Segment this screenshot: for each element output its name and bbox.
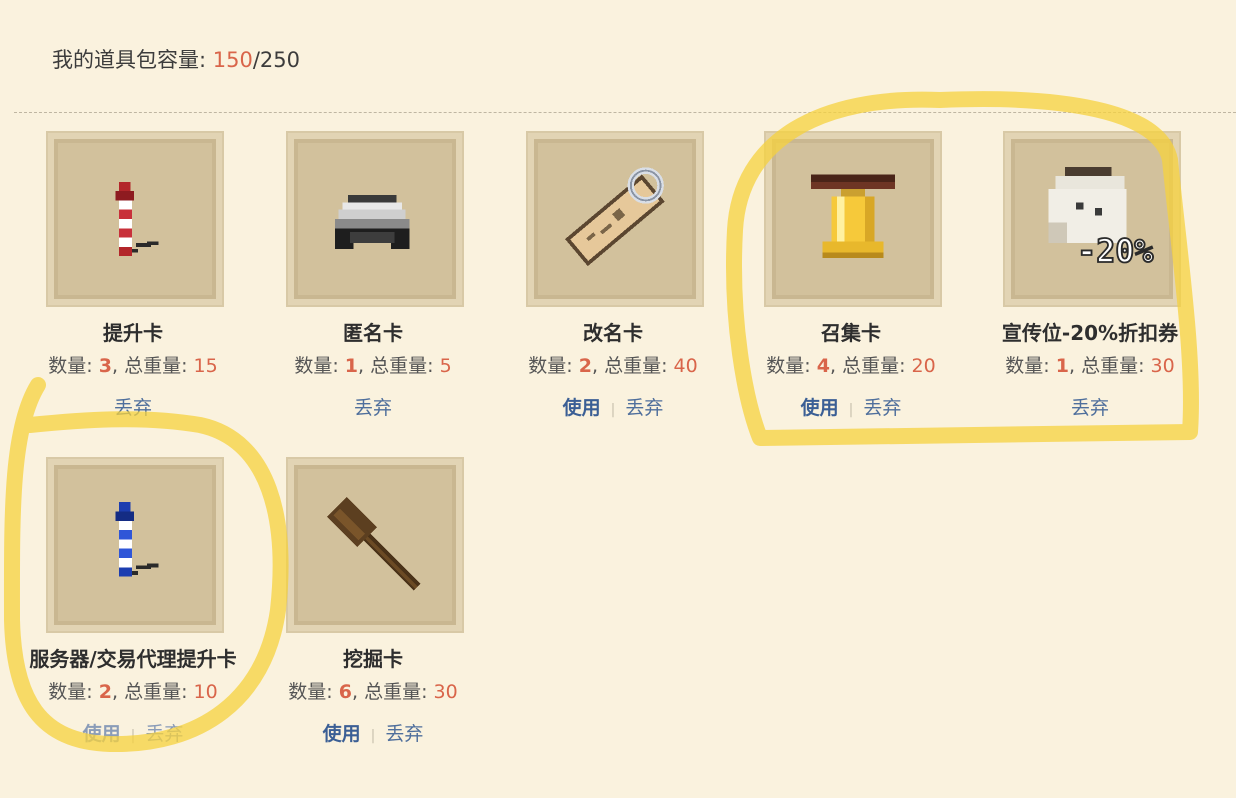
item-card: 服务器/交易代理提升卡 数量: 2, 总重量: 10 使用 | 丢弃 bbox=[13, 459, 253, 759]
drop-button[interactable]: 丢弃 bbox=[385, 723, 423, 745]
item-frame[interactable] bbox=[48, 459, 222, 631]
use-button[interactable]: 使用 bbox=[801, 397, 839, 419]
use-button[interactable]: 使用 bbox=[83, 723, 121, 745]
item-weight: 30 bbox=[433, 681, 458, 703]
item-actions: 使用 | 丢弃 bbox=[253, 719, 493, 746]
item-frame[interactable] bbox=[528, 133, 702, 305]
item-name: 召集卡 bbox=[821, 321, 881, 345]
item-card: 召集卡 数量: 4, 总重量: 20 使用 | 丢弃 bbox=[731, 133, 971, 433]
discount-label: -20% bbox=[1077, 234, 1153, 270]
use-button[interactable]: 使用 bbox=[563, 397, 601, 419]
item-actions: 丢弃 bbox=[253, 393, 493, 420]
item-meta: 数量: 1, 总重量: 5 bbox=[294, 355, 452, 377]
item-weight: 10 bbox=[193, 681, 218, 703]
item-weight: 15 bbox=[193, 355, 218, 377]
item-actions: 使用 | 丢弃 bbox=[13, 719, 253, 746]
item-frame[interactable] bbox=[288, 133, 462, 305]
item-actions: 丢弃 bbox=[13, 393, 253, 420]
discount-coupon-icon: -20% bbox=[1048, 166, 1154, 271]
item-frame[interactable]: -20% bbox=[1005, 133, 1179, 305]
mask-icon bbox=[335, 194, 410, 249]
item-card: -20% 宣传位-20%折扣券 数量: 1, 总重量: 30 丢弃 bbox=[970, 133, 1210, 433]
drop-button[interactable]: 丢弃 bbox=[863, 397, 901, 419]
item-name: 匿名卡 bbox=[343, 321, 403, 345]
item-card: 匿名卡 数量: 1, 总重量: 5 丢弃 bbox=[253, 133, 493, 433]
capacity-used: 150 bbox=[212, 48, 253, 72]
item-qty: 6 bbox=[338, 681, 352, 703]
action-separator: | bbox=[370, 728, 376, 744]
item-name: 挖掘卡 bbox=[343, 647, 403, 671]
item-qty: 4 bbox=[816, 355, 830, 377]
item-weight: 40 bbox=[673, 355, 698, 377]
item-qty: 1 bbox=[344, 355, 359, 377]
item-frame[interactable] bbox=[288, 459, 462, 631]
item-actions: 使用 | 丢弃 bbox=[731, 393, 971, 420]
drop-button[interactable]: 丢弃 bbox=[354, 397, 392, 419]
bell-icon bbox=[811, 174, 895, 259]
item-weight: 20 bbox=[911, 355, 936, 377]
item-frame[interactable] bbox=[766, 133, 940, 305]
inventory-capacity: 我的道具包容量: 150/250 bbox=[52, 44, 300, 74]
item-name: 提升卡 bbox=[103, 321, 163, 345]
item-name: 改名卡 bbox=[583, 321, 643, 345]
firework-red-icon bbox=[115, 181, 159, 257]
firework-blue-icon bbox=[115, 502, 159, 577]
action-separator: | bbox=[610, 402, 616, 418]
item-weight: 30 bbox=[1150, 355, 1175, 377]
item-meta: 数量: 1, 总重量: 30 bbox=[1005, 355, 1175, 377]
action-separator: | bbox=[848, 402, 854, 418]
drop-button[interactable]: 丢弃 bbox=[625, 397, 663, 419]
item-actions: 使用 | 丢弃 bbox=[493, 393, 733, 420]
name-tag-icon bbox=[565, 167, 665, 267]
shovel-icon bbox=[326, 496, 421, 591]
item-qty: 2 bbox=[578, 355, 592, 377]
capacity-total: /250 bbox=[252, 48, 301, 72]
item-name: 服务器/交易代理提升卡 bbox=[29, 647, 237, 671]
drop-button[interactable]: 丢弃 bbox=[114, 397, 152, 419]
item-name: 宣传位-20%折扣券 bbox=[1001, 321, 1179, 345]
drop-button[interactable]: 丢弃 bbox=[1071, 397, 1109, 419]
action-separator: | bbox=[130, 728, 136, 744]
item-meta: 数量: 3, 总重量: 15 bbox=[48, 355, 218, 377]
item-meta: 数量: 4, 总重量: 20 bbox=[766, 355, 936, 377]
item-card: 改名卡 数量: 2, 总重量: 40 使用 | 丢弃 bbox=[493, 133, 733, 433]
item-card: 挖掘卡 数量: 6, 总重量: 30 使用 | 丢弃 bbox=[253, 459, 493, 759]
item-meta: 数量: 6, 总重量: 30 bbox=[288, 681, 458, 703]
item-qty: 3 bbox=[98, 355, 112, 377]
item-frame[interactable] bbox=[48, 133, 222, 305]
divider bbox=[14, 112, 1236, 113]
item-qty: 1 bbox=[1055, 355, 1069, 377]
item-card: 提升卡 数量: 3, 总重量: 15 丢弃 bbox=[13, 133, 253, 433]
item-weight: 5 bbox=[439, 355, 452, 377]
item-actions: 丢弃 bbox=[970, 393, 1210, 420]
item-meta: 数量: 2, 总重量: 10 bbox=[48, 681, 218, 703]
item-meta: 数量: 2, 总重量: 40 bbox=[528, 355, 698, 377]
capacity-label: 我的道具包容量: bbox=[52, 48, 213, 72]
item-qty: 2 bbox=[98, 681, 112, 703]
use-button[interactable]: 使用 bbox=[323, 723, 361, 745]
drop-button[interactable]: 丢弃 bbox=[145, 723, 183, 745]
